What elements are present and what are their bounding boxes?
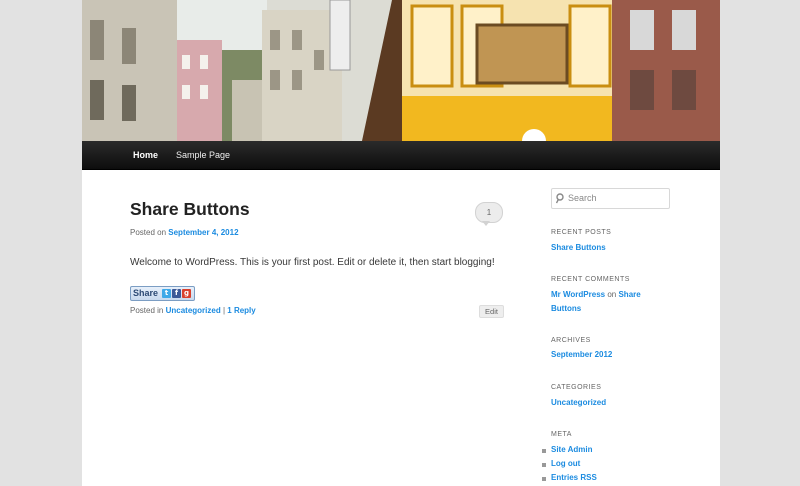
twitter-icon[interactable]: t: [162, 289, 171, 298]
reply-link[interactable]: 1 Reply: [227, 306, 255, 315]
site-admin-link[interactable]: Site Admin: [551, 443, 592, 457]
comment-author-link[interactable]: Mr WordPress: [551, 290, 605, 299]
google-plus-icon[interactable]: g: [182, 289, 191, 298]
archives-heading: ARCHIVES: [551, 337, 591, 344]
comments-count-bubble[interactable]: 1: [475, 202, 503, 223]
search-icon: [556, 193, 564, 204]
main-navigation: Home Sample Page: [82, 141, 720, 170]
recent-post-link[interactable]: Share Buttons: [551, 241, 606, 255]
post-content: Welcome to WordPress. This is your first…: [130, 257, 495, 268]
post-date-link[interactable]: September 4, 2012: [168, 228, 238, 237]
footer-separator: |: [222, 306, 226, 315]
list-bullet: [542, 449, 546, 453]
search-box: [551, 188, 670, 209]
recent-comments-heading: RECENT COMMENTS: [551, 276, 630, 283]
post-title[interactable]: Share Buttons: [130, 199, 250, 220]
edit-button[interactable]: Edit: [479, 305, 504, 318]
entries-rss-link[interactable]: Entries RSS: [551, 471, 597, 485]
list-bullet: [542, 463, 546, 467]
nav-item-sample-page[interactable]: Sample Page: [164, 141, 242, 169]
log-out-link[interactable]: Log out: [551, 457, 580, 471]
category-link[interactable]: Uncategorized: [166, 306, 221, 315]
archive-link[interactable]: September 2012: [551, 348, 612, 362]
tram-street-photo: [82, 0, 720, 141]
recent-posts-heading: RECENT POSTS: [551, 229, 612, 236]
facebook-icon[interactable]: f: [172, 289, 181, 298]
share-button[interactable]: Share t f g: [130, 286, 195, 301]
posted-in-label: Posted in: [130, 306, 164, 315]
share-label: Share: [133, 288, 159, 298]
search-input[interactable]: [568, 191, 664, 204]
category-sidebar-link[interactable]: Uncategorized: [551, 396, 606, 410]
bubble-tail: [482, 221, 490, 226]
list-bullet: [542, 477, 546, 481]
nav-item-home[interactable]: Home: [121, 141, 170, 169]
recent-comment-item: Mr WordPress on Share Buttons: [551, 288, 661, 316]
posted-on-label: Posted on: [130, 228, 167, 237]
post-footer: Posted in Uncategorized | 1 Reply: [130, 306, 256, 315]
comment-on-label: on: [607, 290, 617, 299]
post-meta: Posted on September 4, 2012: [130, 228, 239, 237]
categories-heading: CATEGORIES: [551, 384, 602, 391]
meta-heading: META: [551, 431, 572, 438]
page: Home Sample Page Share Buttons 1 Posted …: [82, 0, 720, 486]
header-image: [82, 0, 720, 141]
